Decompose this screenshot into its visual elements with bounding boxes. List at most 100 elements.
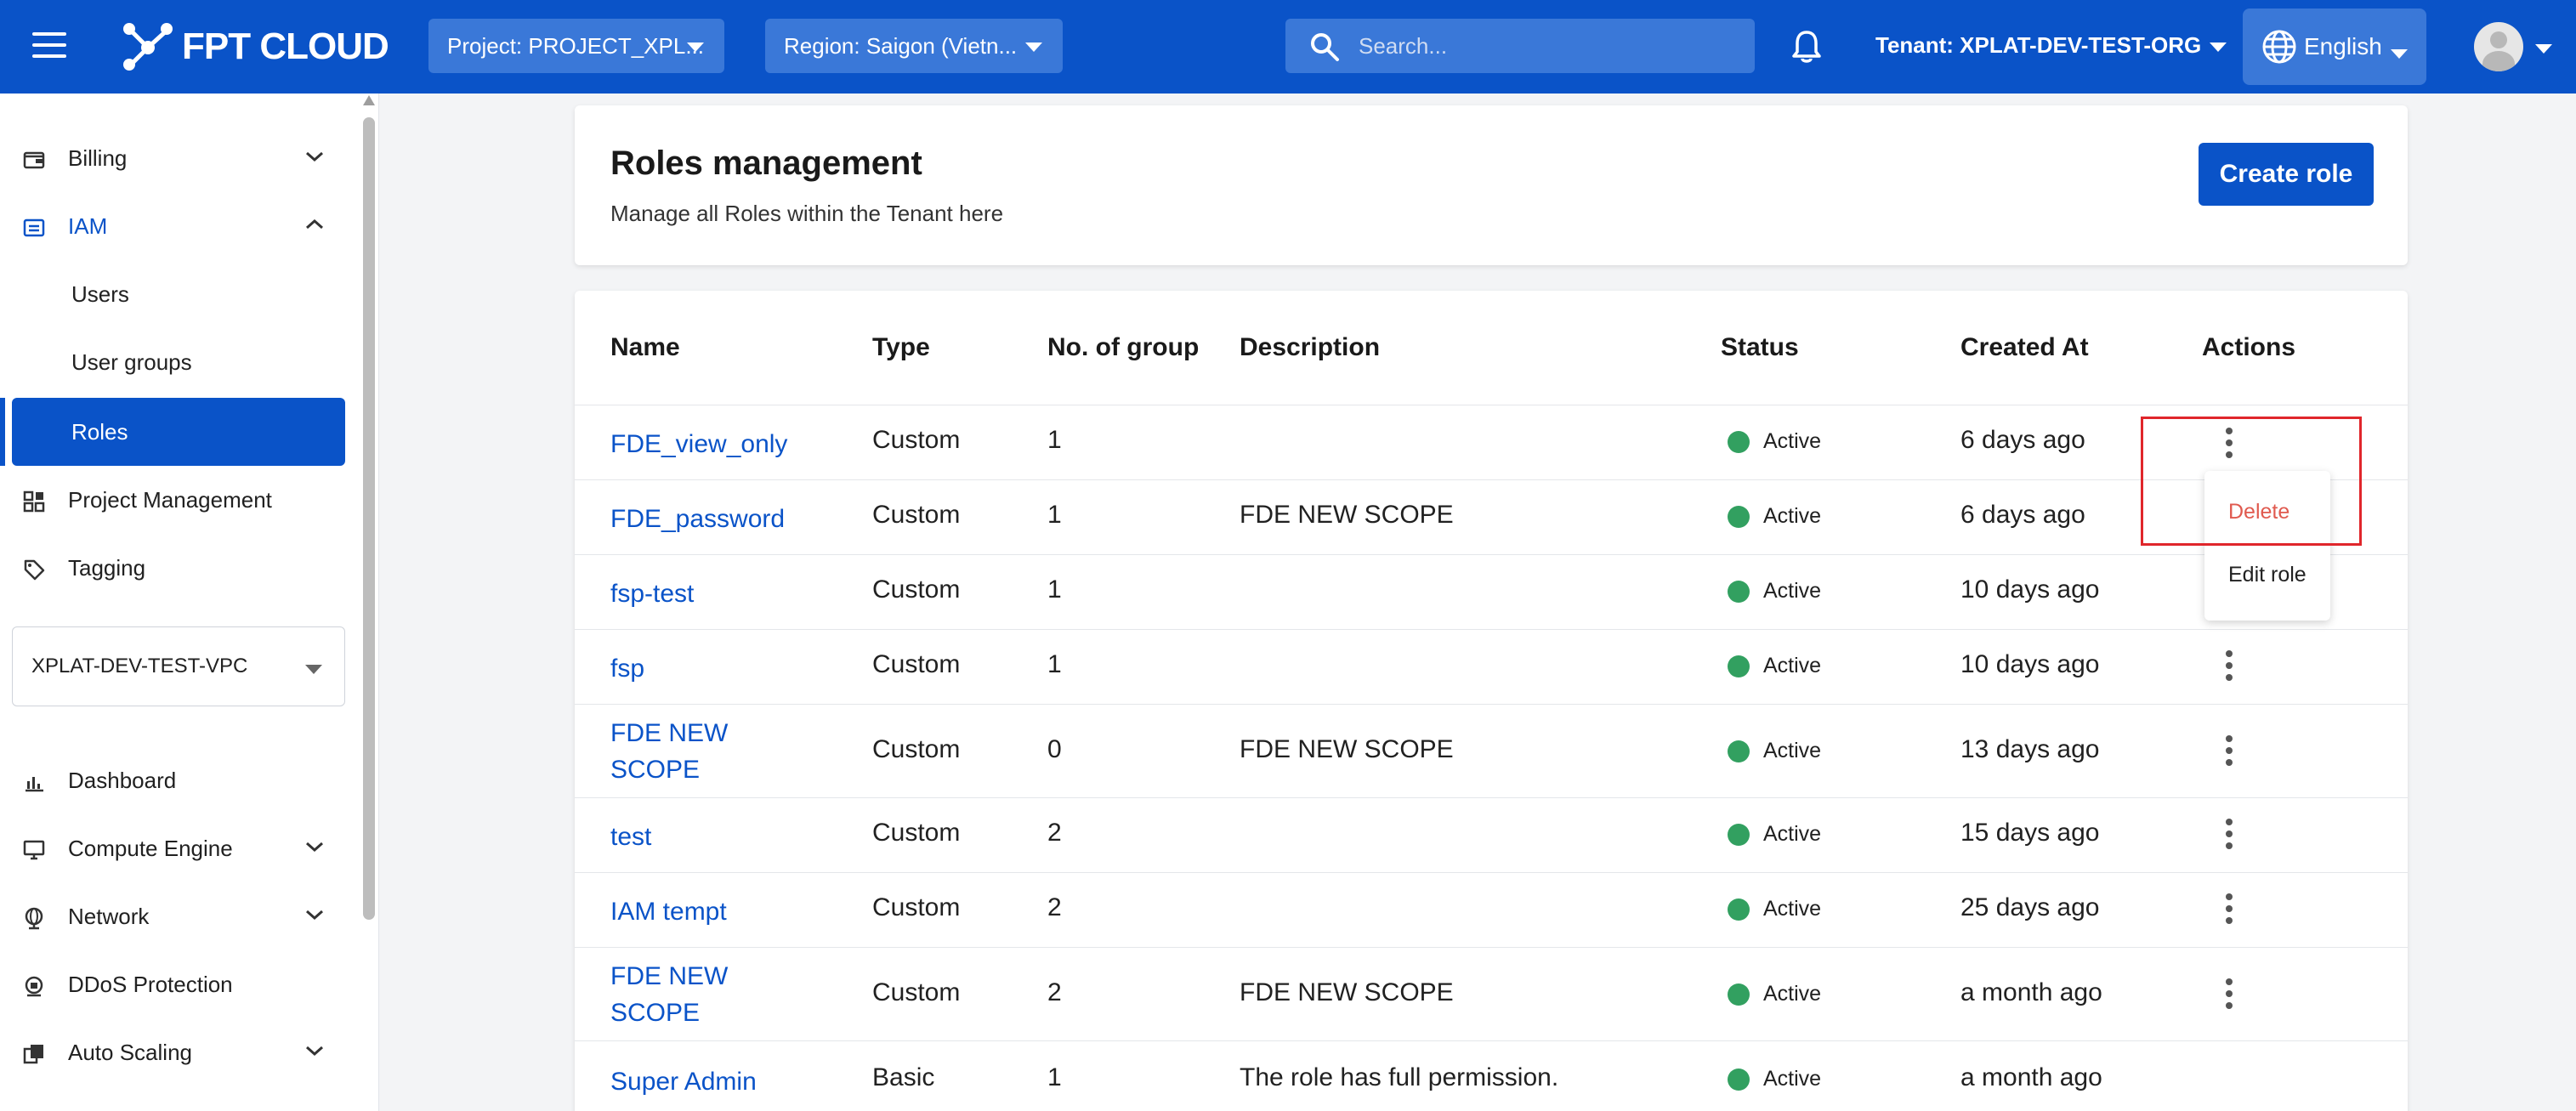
sidebar-item-dashboard[interactable]: Dashboard — [0, 746, 360, 814]
menu-toggle-icon[interactable] — [32, 32, 66, 61]
scroll-up-icon[interactable] — [363, 95, 375, 105]
search-placeholder: Search... — [1359, 32, 1448, 59]
sidebar-item-auto-scaling[interactable]: Auto Scaling — [0, 1018, 360, 1086]
sidebar-item-compute-engine[interactable]: Compute Engine — [0, 814, 360, 882]
logo[interactable]: FPT CLOUD — [119, 19, 389, 75]
network-globe-icon — [25, 907, 43, 930]
role-created-at: 10 days ago — [1960, 650, 2100, 678]
column-header-created-at[interactable]: Created At — [1960, 333, 2089, 362]
sidebar-scrollbar-thumb[interactable] — [363, 117, 375, 920]
column-header-type[interactable]: Type — [872, 333, 930, 362]
delete-role-option[interactable]: Delete — [2228, 500, 2289, 524]
role-name-link[interactable]: FDE_password — [610, 501, 797, 537]
tenant-selector[interactable]: Tenant: XPLAT-DEV-TEST-ORG — [1875, 32, 2227, 59]
column-header-description[interactable]: Description — [1240, 333, 1380, 362]
scaling-icon — [23, 1045, 43, 1064]
chevron-down-icon — [306, 842, 323, 853]
role-name-link[interactable]: FDE_view_only — [610, 426, 797, 462]
role-name-link[interactable]: FDE NEW SCOPE — [610, 715, 797, 788]
table-row: FDE NEW SCOPE Custom 2 FDE NEW SCOPE Act… — [575, 947, 2408, 1040]
role-name-link[interactable]: test — [610, 819, 797, 855]
role-created-at: 6 days ago — [1960, 426, 2085, 454]
vpc-selector[interactable]: XPLAT-DEV-TEST-VPC — [12, 626, 345, 706]
role-created-at: 6 days ago — [1960, 501, 2085, 529]
status-badge: Active — [1728, 579, 1821, 604]
status-text: Active — [1763, 1067, 1822, 1091]
table-row: IAM tempt Custom 2 Active 25 days ago — [575, 872, 2408, 947]
role-name-link[interactable]: FDE NEW SCOPE — [610, 958, 797, 1031]
fpt-logo-icon — [123, 23, 173, 71]
status-dot — [1728, 430, 1750, 453]
more-actions-icon[interactable] — [2216, 735, 2242, 773]
sidebar-item-network[interactable]: Network — [0, 882, 360, 950]
chevron-down-icon — [1025, 43, 1042, 52]
chevron-down-icon — [687, 43, 704, 52]
status-dot — [1728, 983, 1750, 1006]
status-dot — [1728, 898, 1750, 921]
page-header-card: Roles management Manage all Roles within… — [575, 105, 2408, 265]
vpc-selector-label: XPLAT-DEV-TEST-VPC — [31, 655, 248, 677]
notification-bell-icon[interactable] — [1790, 29, 1824, 69]
role-type: Custom — [872, 650, 961, 678]
more-actions-icon[interactable] — [2216, 650, 2242, 688]
role-name-link[interactable]: IAM tempt — [610, 893, 797, 930]
role-description: FDE NEW SCOPE — [1240, 978, 1454, 1006]
status-badge: Active — [1728, 982, 1821, 1006]
project-grid-icon — [23, 490, 45, 513]
role-name-link[interactable]: fsp — [610, 650, 797, 687]
role-group-count: 2 — [1047, 978, 1062, 1006]
top-header: FPT CLOUD Project: PROJECT_XPL... Region… — [0, 0, 2576, 94]
status-dot — [1728, 505, 1750, 528]
page-title: Roles management — [610, 145, 922, 182]
status-dot — [1728, 1068, 1750, 1091]
sidebar-item-users[interactable]: Users — [12, 260, 345, 328]
status-text: Active — [1763, 739, 1822, 762]
sidebar-item-project-management[interactable]: Project Management — [0, 466, 360, 534]
create-role-button[interactable]: Create role — [2199, 143, 2374, 206]
role-created-at: 13 days ago — [1960, 735, 2100, 763]
sidebar-item-tagging[interactable]: Tagging — [0, 534, 360, 602]
role-type: Custom — [872, 735, 961, 763]
role-group-count: 2 — [1047, 819, 1062, 847]
search-input[interactable]: Search... — [1285, 19, 1755, 73]
chevron-down-icon[interactable] — [2535, 44, 2552, 54]
globe-icon — [2262, 30, 2296, 64]
role-name-link[interactable]: Super Admin — [610, 1063, 797, 1100]
region-selector-label: Region: Saigon (Vietn... — [784, 32, 1018, 59]
column-header-status[interactable]: Status — [1721, 333, 1799, 362]
sidebar-item-iam[interactable]: IAM — [0, 192, 360, 260]
status-text: Active — [1763, 579, 1822, 603]
user-avatar[interactable] — [2474, 22, 2523, 71]
column-header-name[interactable]: Name — [610, 333, 680, 362]
sidebar-item-label: Billing — [68, 145, 128, 171]
role-group-count: 1 — [1047, 650, 1062, 678]
tag-icon — [24, 559, 45, 581]
column-header-groups[interactable]: No. of group — [1047, 333, 1199, 362]
sidebar-item-label: Project Management — [68, 486, 272, 513]
role-group-count: 0 — [1047, 735, 1062, 763]
status-badge: Active — [1728, 654, 1821, 678]
role-group-count: 1 — [1047, 575, 1062, 604]
project-selector[interactable]: Project: PROJECT_XPL... — [428, 19, 724, 73]
language-selector[interactable]: English — [2243, 9, 2426, 85]
region-selector[interactable]: Region: Saigon (Vietn... — [765, 19, 1063, 73]
table-row: test Custom 2 Active 15 days ago — [575, 797, 2408, 872]
more-actions-icon[interactable] — [2216, 428, 2242, 465]
role-type: Custom — [872, 575, 961, 604]
edit-role-option[interactable]: Edit role — [2228, 563, 2306, 587]
sidebar-item-roles[interactable]: Roles — [12, 398, 345, 466]
role-type: Custom — [872, 426, 961, 454]
status-text: Active — [1763, 822, 1822, 846]
more-actions-icon[interactable] — [2216, 819, 2242, 856]
role-description: The role has full permission. — [1240, 1063, 1559, 1091]
role-name-link[interactable]: fsp-test — [610, 575, 797, 612]
roles-table: Name Type No. of group Description Statu… — [575, 291, 2408, 1111]
sidebar-item-billing[interactable]: Billing — [0, 124, 360, 192]
sidebar-item-label: DDoS Protection — [68, 971, 233, 997]
more-actions-icon[interactable] — [2216, 893, 2242, 931]
chevron-down-icon — [2391, 49, 2408, 59]
more-actions-icon[interactable] — [2216, 978, 2242, 1016]
sidebar-item-label: User groups — [71, 349, 192, 375]
sidebar-item-user-groups[interactable]: User groups — [12, 328, 345, 396]
sidebar-item-ddos-protection[interactable]: DDoS Protection — [0, 950, 360, 1018]
